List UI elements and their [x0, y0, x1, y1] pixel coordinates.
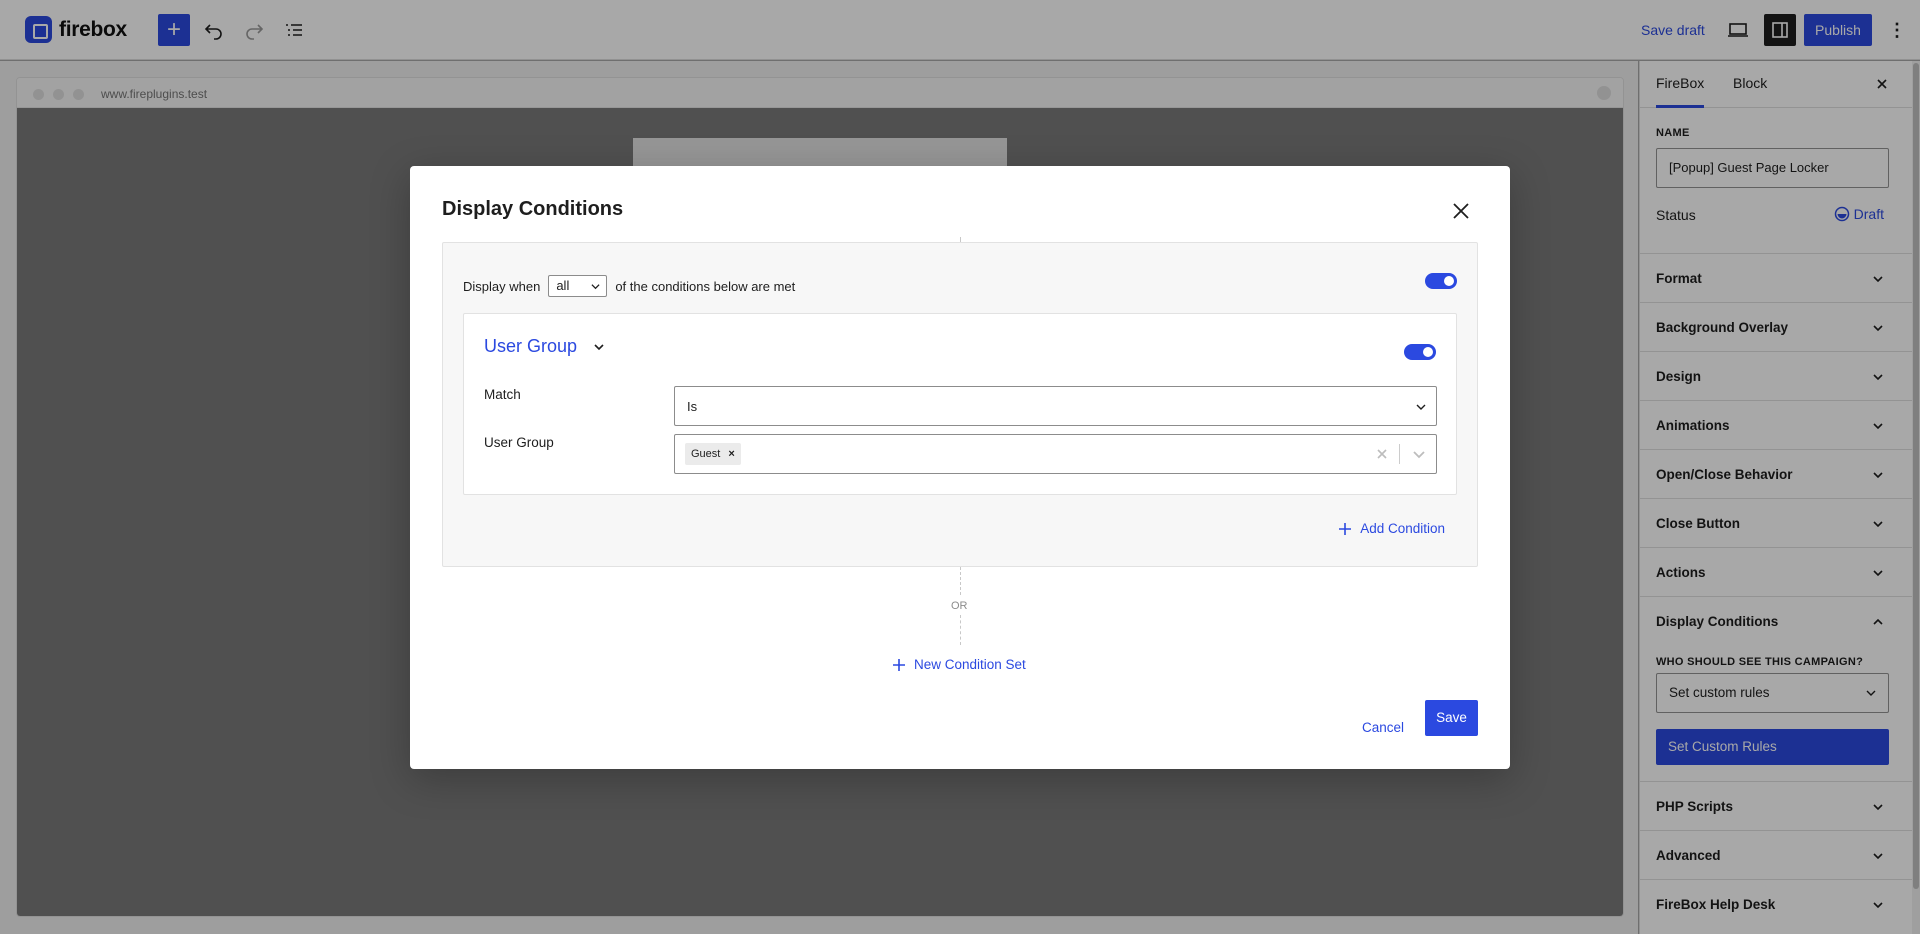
new-condition-set-button[interactable]: New Condition Set	[892, 657, 1026, 672]
chevron-down-icon	[591, 284, 600, 290]
display-when-prefix: Display when	[463, 278, 541, 294]
display-conditions-modal: Display Conditions Display when all of t…	[410, 166, 1510, 769]
plus-icon	[1339, 522, 1352, 535]
condition-item: User Group Match Is User Group Guest ×	[463, 313, 1457, 495]
plus-icon	[893, 658, 905, 671]
clear-icon	[1377, 449, 1387, 459]
new-condition-set-label: New Condition Set	[914, 657, 1026, 672]
display-when-row: Display when all of the conditions below…	[463, 275, 795, 297]
match-label: Match	[484, 387, 521, 402]
or-separator: OR	[951, 600, 968, 612]
cancel-button[interactable]: Cancel	[1362, 710, 1404, 746]
match-all-select[interactable]: all	[548, 275, 608, 297]
match-value: Is	[687, 399, 698, 414]
connector-line	[960, 567, 961, 595]
clear-selection-button[interactable]	[1374, 446, 1390, 462]
select-separator	[1399, 444, 1400, 464]
condition-type-selector[interactable]: User Group	[484, 336, 605, 357]
user-group-multiselect[interactable]: Guest ×	[674, 434, 1437, 474]
selected-tag: Guest ×	[685, 443, 741, 465]
add-condition-label: Add Condition	[1360, 521, 1445, 536]
match-select[interactable]: Is	[674, 386, 1437, 426]
condition-toggle[interactable]	[1404, 344, 1436, 360]
chevron-down-icon	[594, 343, 604, 350]
user-group-label: User Group	[484, 435, 554, 450]
chevron-down-icon[interactable]	[1412, 447, 1426, 461]
condition-set: Display when all of the conditions below…	[442, 242, 1478, 567]
remove-tag-icon[interactable]: ×	[728, 448, 734, 460]
display-when-suffix: of the conditions below are met	[615, 278, 796, 294]
connector-line	[960, 615, 961, 645]
add-condition-button[interactable]: Add Condition	[1338, 521, 1445, 536]
modal-title: Display Conditions	[442, 198, 624, 220]
condition-type-label: User Group	[484, 336, 578, 356]
chevron-down-icon	[1416, 404, 1426, 410]
tag-label: Guest	[691, 448, 721, 460]
close-icon	[1453, 203, 1469, 219]
save-button[interactable]: Save	[1425, 700, 1478, 736]
modal-close-button[interactable]	[1449, 199, 1473, 223]
condition-set-toggle[interactable]	[1425, 273, 1457, 289]
match-all-value: all	[556, 278, 570, 293]
